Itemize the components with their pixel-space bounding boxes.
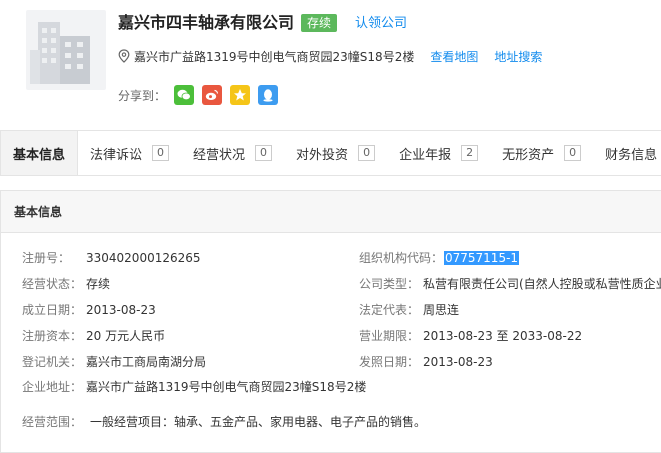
field-founded: 成立日期： 2013-08-23 [22,303,156,317]
tab-count-badge: 2 [461,145,479,161]
weibo-icon [205,89,219,100]
field-capital: 注册资本： 20 万元人民币 [22,329,166,343]
field-biz-status: 经营状态： 存续 [22,277,111,291]
tab-count-badge: 0 [255,145,273,161]
tab-count-badge: 0 [358,145,376,161]
location-pin-icon [118,49,130,63]
field-biz-term: 营业期限： 2013-08-23 至 2033-08-22 [359,329,583,343]
share-row: 分享到： [118,84,279,106]
tab-count-badge: 0 [564,145,582,161]
company-logo [26,10,106,90]
basic-info-panel: 基本信息 注册号： 330402000126265 组织机构代码： 07757115… [0,190,661,453]
field-legal-rep: 法定代表： 周思连 [359,303,460,317]
tab-legal[interactable]: 法律诉讼 0 [78,131,181,175]
qzone-share-button[interactable] [230,85,251,105]
field-org-code: 组织机构代码： 07757115-1 [359,251,520,265]
tab-count-badge: 0 [152,145,170,161]
share-label: 分享到： [118,88,167,103]
tab-financial[interactable]: 财务信息 [593,131,661,175]
field-address: 企业地址： 嘉兴市广益路1319号中创电气商贸园23幢S18号2楼 [22,380,367,394]
legal-rep-link[interactable]: 周思连 [423,303,459,317]
status-badge: 存续 [301,14,338,32]
weibo-share-button[interactable] [202,85,223,105]
tab-bar: 基本信息 法律诉讼 0 经营状况 0 对外投资 0 企业年报 2 无形资产 0 … [0,130,661,176]
tab-basic-info[interactable]: 基本信息 [0,131,79,175]
tab-investment[interactable]: 对外投资 0 [284,131,387,175]
field-scope: 经营范围： 一般经营项目：轴承、五金产品、家用电器、电子产品的销售。 [22,415,427,429]
section-title: 基本信息 [1,191,661,233]
wechat-share-button[interactable] [174,85,195,105]
wechat-icon [177,89,191,101]
field-reg-no: 注册号： 330402000126265 [22,251,201,265]
address-search-link[interactable]: 地址搜索 [494,48,542,65]
star-icon [234,89,247,101]
tab-operation[interactable]: 经营状况 0 [181,131,284,175]
field-authority: 登记机关： 嘉兴市工商局南湖分局 [22,355,207,369]
address-row: 嘉兴市广益路1319号中创电气商贸园23幢S18号2楼 查看地图 地址搜索 [118,47,542,65]
field-company-type: 公司类型： 私营有限责任公司(自然人控股或私营性质企业 [359,277,661,291]
building-icon [30,22,90,84]
company-name: 嘉兴市四丰轴承有限公司 [118,13,295,32]
company-address: 嘉兴市广益路1319号中创电气商贸园23幢S18号2楼 [134,49,415,64]
field-issue-date: 发照日期： 2013-08-23 [359,355,493,369]
tab-intangible-assets[interactable]: 无形资产 0 [490,131,593,175]
qq-share-button[interactable] [258,85,279,105]
qq-penguin-icon [263,89,273,102]
view-map-link[interactable]: 查看地图 [430,48,478,65]
tab-annual-report[interactable]: 企业年报 2 [387,131,490,175]
claim-company-link[interactable]: 认领公司 [355,13,407,35]
